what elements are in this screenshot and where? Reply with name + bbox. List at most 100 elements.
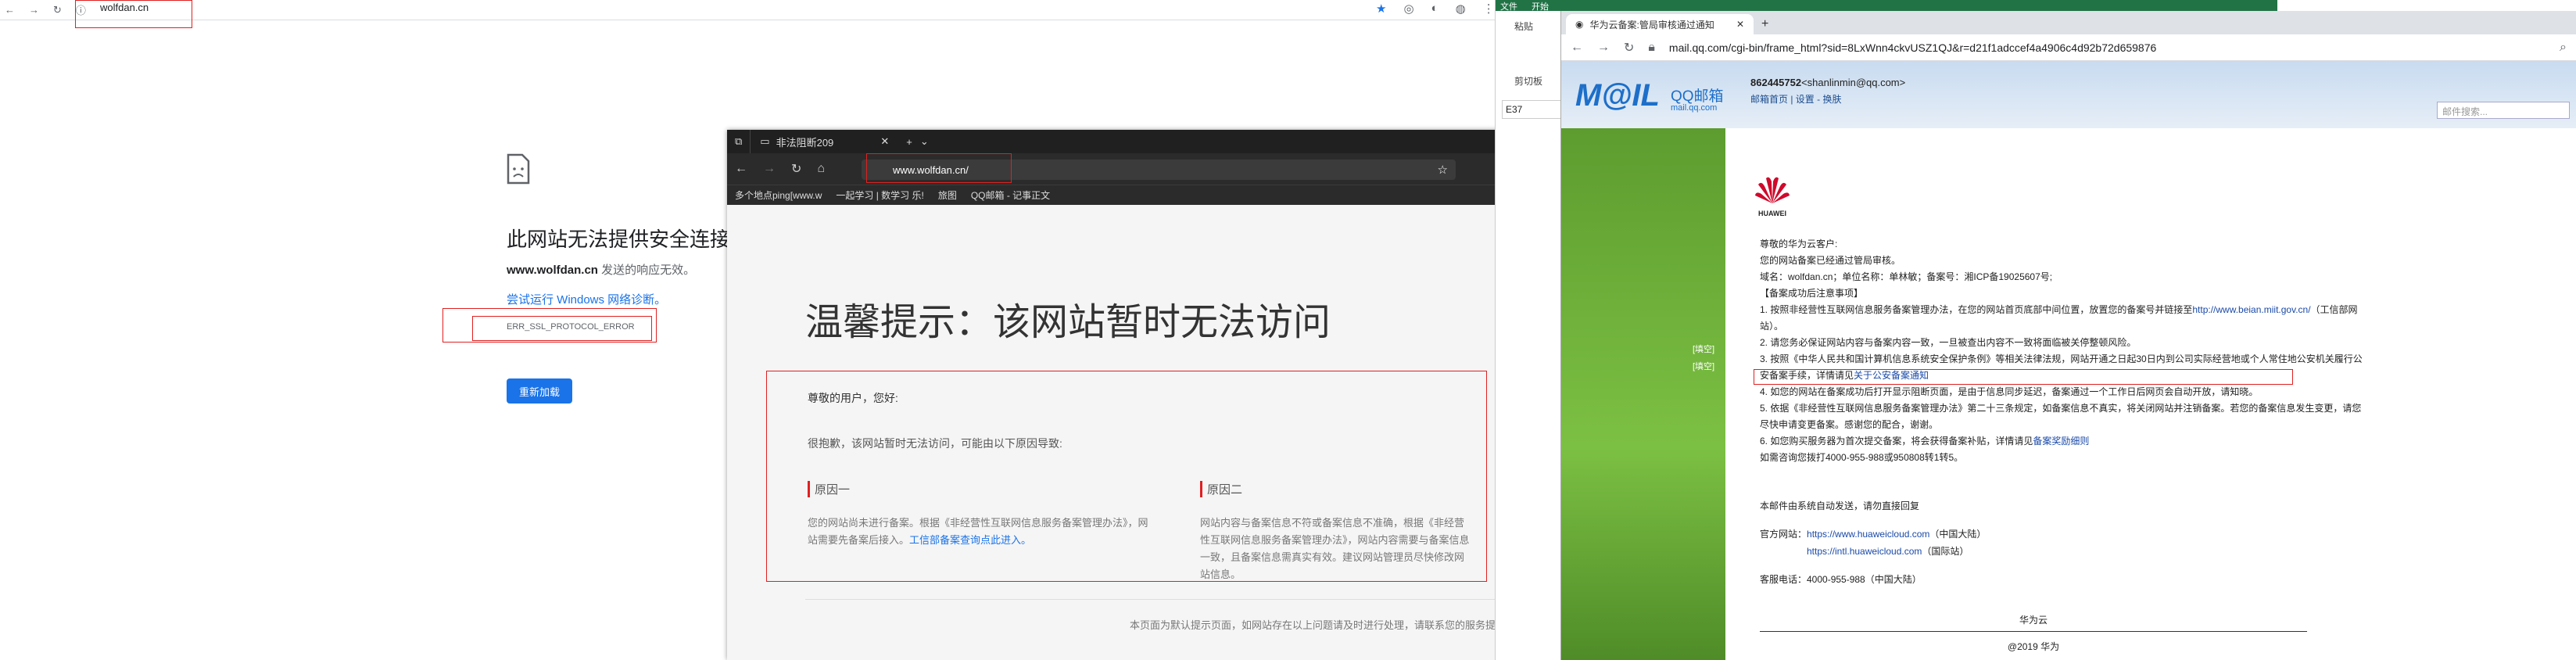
signature: 华为云 (1760, 613, 2307, 632)
annotation-box (1754, 369, 2293, 385)
reload-icon[interactable]: ↻ (791, 161, 801, 177)
mail-search-input[interactable]: 邮件搜索... (2437, 102, 2570, 119)
right-addressbar: ← → ↻ 🔒︎ mail.qq.com/cgi-bin/frame_html?… (1561, 34, 2576, 61)
fav-item[interactable]: 一起学习 | 数学习 乐! (836, 188, 923, 202)
new-tab-icon[interactable]: + (1754, 17, 1776, 34)
reload-icon[interactable]: ↻ (1624, 40, 1634, 56)
qq-mail-logo: M@IL (1575, 78, 1660, 113)
edge-footer: 本页面为默认提示页面，如网站存在以上问题请及时进行处理，请联系您的服务提供商进行… (805, 599, 1587, 632)
forward-icon[interactable]: → (763, 162, 776, 176)
extension-icon[interactable]: ◎ (1403, 2, 1413, 16)
qq-brand-sub: mail.qq.com (1671, 103, 1718, 113)
site2-note: （国际站） (1922, 546, 1969, 557)
mail-line: 【备案成功后注意事项】 (1760, 288, 1864, 299)
intl-site-row: https://intl.huaweicloud.com（国际站） (1760, 543, 1986, 560)
edge-tab[interactable]: ▭ 非法阻断209 ✕ (750, 130, 899, 153)
side-label: [填空] (1693, 362, 1715, 371)
mail-lines: 尊敬的华为云客户: 您的网站备案已经通过管局审核。 域名：wolfdan.cn；… (1760, 236, 2370, 466)
mail-line: 4. 如您的网站在备案成功后打开显示阻断页面，是由于信息同步延迟，备案通过一个工… (1760, 386, 2259, 397)
qq-links[interactable]: 邮箱首页 | 设置 - 换肤 (1750, 92, 1841, 106)
huawei-logo-icon: HUAWEI (1755, 177, 1790, 217)
back-icon[interactable]: ← (735, 162, 747, 176)
annotation-box (75, 0, 192, 28)
mail-line-text: 1. 按照非经营性互联网信息服务备案管理办法，在您的网站首页底部中间位置，放置您… (1760, 304, 2193, 315)
mail-line: 如需咨询您拨打4000-955-988或950808转1转5。 (1760, 452, 1964, 463)
subsidy-link[interactable]: 备案奖励细则 (2033, 436, 2089, 447)
qq-header: M@IL QQ邮箱 mail.qq.com 862445752<shanlinm… (1561, 61, 2576, 128)
reload-icon[interactable]: ↻ (53, 4, 62, 16)
reason-two-text: 网站内容与备案信息不符或备案信息不准确，根据《非经营性互联网信息服务备案管理办法… (1200, 517, 1470, 580)
right-url[interactable]: mail.qq.com/cgi-bin/frame_html?sid=8LxWn… (1669, 41, 2156, 54)
qq-brand: QQ邮箱 (1671, 88, 1724, 105)
site-icon: ◉ (1575, 19, 1584, 30)
ribbon-tab[interactable]: 文件 (1500, 0, 1517, 12)
mail-line: 域名：wolfdan.cn；单位名称：单林敏；备案号：湘ICP备19025607… (1760, 271, 2053, 282)
mail-tab-title: 华为云备案:管局审核通过通知 (1589, 19, 1714, 30)
paste-button[interactable]: 粘贴 (1514, 20, 1542, 33)
reason-one-title: 原因一 (808, 481, 1152, 497)
sad-page-icon (507, 153, 530, 185)
zoom-icon[interactable]: ⌕ (2560, 41, 2567, 55)
user-mail: <shanlinmin@qq.com> (1801, 77, 1906, 88)
fav-item[interactable]: 旅图 (938, 188, 957, 202)
edge-tab-title: 非法阻断209 (776, 136, 834, 149)
notice-greeting: 尊敬的用户，您好: (808, 392, 898, 404)
site2-link[interactable]: https://intl.huaweicloud.com (1807, 546, 1922, 557)
reload-button[interactable]: 重新加载 (507, 378, 572, 404)
extension2-icon[interactable]: ◐ (1431, 2, 1438, 16)
close-tab-icon[interactable]: ✕ (880, 135, 889, 148)
sidebar-wallpaper: [填空] [填空] (1561, 128, 1725, 660)
mail-line-text: 6. 如您购买服务器为首次提交备案，将会获得备案补贴，详情请见 (1760, 436, 2033, 447)
new-tab-icon[interactable]: + (898, 136, 920, 148)
back-icon[interactable]: ← (1571, 41, 1583, 55)
huawei-logo-text: HUAWEI (1758, 210, 1786, 217)
clipboard-label: 剪切板 (1514, 76, 1543, 87)
mail-line: 1. 按照非经营性互联网信息服务备案管理办法，在您的网站首页底部中间位置，放置您… (1760, 302, 2370, 335)
mail-line: 6. 如您购买服务器为首次提交备案，将会获得备案补贴，详情请见备案奖励细则 (1760, 433, 2370, 450)
back-icon[interactable]: ← (5, 4, 15, 16)
mail-tab[interactable]: ◉ 华为云备案:管局审核通过通知 ✕ (1566, 14, 1754, 34)
profile-icon[interactable]: ◍ (1456, 2, 1466, 16)
close-tab-icon[interactable]: ✕ (1736, 19, 1744, 30)
notice-sorry: 很抱歉，该网站暂时无法访问，可能由以下原因导致: (808, 437, 1062, 450)
reason-two-title: 原因二 (1200, 481, 1474, 497)
star-icon[interactable]: ★ (1376, 2, 1386, 16)
mail-line: 您的网站备案已经通过管局审核。 (1760, 255, 1901, 266)
beian-query-link[interactable]: 工信部备案查询点此进入。 (909, 534, 1031, 546)
diagnostics-link[interactable]: 尝试运行 Windows 网络诊断。 (507, 291, 666, 307)
tab-actions-icon[interactable]: ⧉ (727, 135, 750, 148)
left-extension-bar: ★ ◎ ◐ ◍ ⋮ (1376, 2, 1495, 16)
qq-user: 862445752<shanlinmin@qq.com> (1750, 77, 1905, 88)
fav-item[interactable]: 多个地点ping[www.w (735, 188, 822, 202)
error-title: 此网站无法提供安全连接 (507, 228, 731, 251)
reason-one: 原因一 您的网站尚未进行备案。根据《非经营性互联网信息服务备案管理办法》，网站需… (808, 481, 1152, 549)
page-icon: ▭ (760, 135, 770, 147)
official-site-row: 官方网站：https://www.huaweicloud.com（中国大陆） (1760, 525, 1986, 543)
lock-icon: 🔒︎ (1648, 40, 1655, 54)
user-number: 862445752 (1750, 77, 1802, 88)
reason-one-text: 您的网站尚未进行备案。根据《非经营性互联网信息服务备案管理办法》，网站需要先备案… (808, 515, 1152, 549)
error-desc-text: 发送的响应无效。 (597, 264, 696, 277)
menu-icon[interactable]: ⋮ (1483, 2, 1495, 16)
left-toolbar: ← → ↻ ⓘ (0, 0, 1495, 20)
site1-note: （中国大陆） (1929, 529, 1987, 540)
site1-link[interactable]: https://www.huaweicloud.com (1807, 529, 1929, 540)
right-tabbar: ◉ 华为云备案:管局审核通过通知 ✕ + (1561, 11, 2576, 34)
home-icon[interactable]: ⌂ (817, 162, 825, 176)
error-domain: www.wolfdan.cn (507, 264, 598, 277)
excel-ribbon: 文件 开始 (1496, 0, 2277, 12)
beian-link[interactable]: http://www.beian.miit.gov.cn/ (2192, 304, 2310, 315)
mail-footer: 本邮件由系统自动发送，请勿直接回复 官方网站：https://www.huawe… (1760, 497, 1986, 588)
forward-icon[interactable]: → (1597, 41, 1610, 55)
annotation-box (866, 153, 1012, 183)
fav-item[interactable]: QQ邮箱 - 记事正文 (971, 188, 1050, 202)
chevron-down-icon[interactable]: ⌄ (920, 135, 929, 148)
ribbon-tab[interactable]: 开始 (1532, 0, 1549, 12)
forward-icon[interactable]: → (29, 4, 39, 16)
copyright: @2019 华为 (2007, 641, 2060, 652)
site-label: 官方网站： (1760, 529, 1807, 540)
mail-line: 尊敬的华为云客户: (1760, 239, 1838, 249)
star-icon[interactable]: ☆ (1438, 163, 1456, 177)
mail-line: 5. 依据《非经营性互联网信息服务备案管理办法》第二十三条规定，如备案信息不真实… (1760, 403, 2362, 430)
mail-body: HUAWEI 尊敬的华为云客户: 您的网站备案已经通过管局审核。 域名：wolf… (1725, 128, 2576, 660)
